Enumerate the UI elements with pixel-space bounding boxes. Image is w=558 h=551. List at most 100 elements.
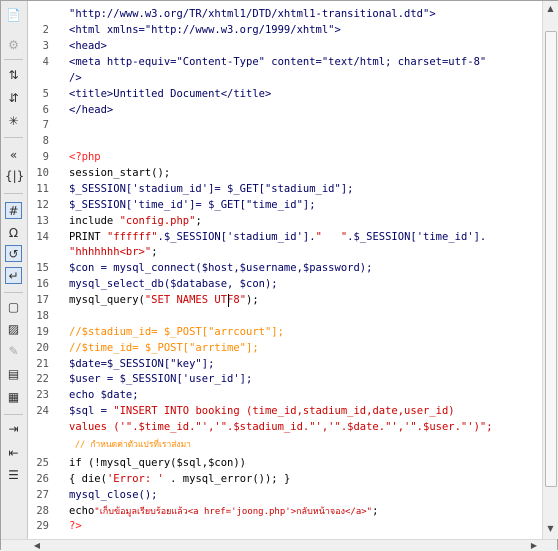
- line-numbers-icon[interactable]: #: [5, 202, 22, 219]
- code-line-wrapped: "hhhhhhh<br>";: [69, 245, 158, 261]
- code-string: UTF8": [214, 294, 247, 306]
- code-string: "INSERT INTO booking (time_id,stadium_id…: [113, 405, 455, 417]
- code-line: { die('Error: ' . mysql_error()); }: [69, 472, 290, 488]
- line-number: 28: [36, 505, 49, 517]
- code-line: $_SESSION['stadium_id']= $_GET["stadium_…: [69, 183, 354, 195]
- line-number: 8: [42, 135, 49, 147]
- line-number: 26: [36, 473, 49, 485]
- line-number: 16: [36, 278, 49, 290]
- code-token: echo: [69, 505, 95, 517]
- line-number: 6: [42, 104, 49, 116]
- code-line-wrapped: values ('".$time_id."','".$stadium_id."'…: [69, 421, 493, 433]
- code-line: <?php: [69, 151, 101, 163]
- line-number: 10: [36, 167, 49, 179]
- code-token: { die(: [69, 473, 107, 485]
- code-line: />: [69, 72, 82, 84]
- code-line: <head>: [69, 40, 107, 52]
- code-line: if (!mysql_query($sql,$con)): [69, 457, 247, 469]
- open-documents-icon[interactable]: 📄: [5, 7, 22, 24]
- line-number: 25: [36, 457, 49, 469]
- line-number: 18: [36, 310, 49, 322]
- line-number: 29: [36, 520, 49, 532]
- code-editor[interactable]: 📄 ⚙ ⇅ ⇵ ✳ « {|} # Ω ↺ ↵ ▢ ▨ ✎ ▤ ▦ ⇥ ⇤ ☰ …: [0, 0, 558, 551]
- code-token: mysql_query(: [69, 294, 145, 306]
- code-comment: //$time_id= $_POST["arrtime"];: [69, 342, 259, 354]
- code-line: echo $date;: [69, 389, 139, 401]
- line-number: 27: [36, 489, 49, 501]
- line-number: 24: [36, 405, 49, 417]
- expand-all-icon[interactable]: ✳: [5, 113, 22, 130]
- format-source-code-icon[interactable]: ☰: [5, 467, 22, 484]
- line-number: 3: [42, 40, 49, 52]
- code-token: .$_SESSION['time_id'].: [347, 231, 487, 243]
- code-string: 'Error: ': [106, 473, 164, 485]
- select-parent-tag-icon[interactable]: «: [5, 147, 22, 164]
- code-string: "SET NAMES: [144, 294, 215, 306]
- toolbar-divider: [4, 137, 23, 138]
- outdent-code-icon[interactable]: ⇤: [5, 445, 22, 462]
- collapse-full-tag-icon[interactable]: ⇅: [5, 67, 22, 84]
- scrollbar-thumb[interactable]: [545, 31, 557, 487]
- line-number: 23: [36, 389, 49, 401]
- code-line: <title>Untitled Document</title>: [69, 88, 272, 100]
- vertical-scrollbar[interactable]: ▲ ▼: [542, 1, 558, 539]
- line-number: 22: [36, 373, 49, 385]
- code-line: mysql_select_db($database, $con);: [69, 278, 278, 290]
- code-line: session_start();: [69, 167, 171, 179]
- code-line: $_SESSION['time_id']= $_GET["time_id"];: [69, 199, 316, 211]
- line-number: 12: [36, 199, 49, 211]
- code-token: PRINT: [69, 231, 107, 243]
- code-string: "เก็บข้อมูลเรียบร้อยแล้ว<a href='joong.p…: [94, 507, 373, 517]
- text-cursor: [228, 294, 229, 307]
- word-wrap-icon[interactable]: ↵: [5, 267, 22, 284]
- code-comment: //$stadium_id= $_POST["arrcourt"];: [69, 326, 284, 338]
- code-token: ;: [151, 246, 158, 258]
- toolbar-divider: [4, 59, 23, 60]
- code-string: "ffffff": [106, 231, 158, 243]
- line-number: 9: [42, 151, 49, 163]
- gear-icon[interactable]: ⚙: [5, 37, 22, 54]
- scroll-right-arrow-icon[interactable]: ▶: [528, 540, 540, 551]
- scroll-up-arrow-icon[interactable]: ▲: [545, 3, 556, 15]
- collapse-selection-icon[interactable]: ⇵: [5, 90, 22, 107]
- toolbar-divider: [4, 193, 23, 194]
- balance-braces-icon[interactable]: {|}: [5, 168, 24, 185]
- indent-code-icon[interactable]: ⇥: [5, 421, 22, 438]
- code-line: mysql_query("SET NAMES UTF8");: [69, 293, 259, 309]
- scroll-down-arrow-icon[interactable]: ▼: [545, 523, 556, 535]
- toolbar-divider: [4, 292, 23, 293]
- code-line: echo"เก็บข้อมูลเรียบร้อยแล้ว<a href='joo…: [69, 504, 378, 521]
- line-number: 7: [42, 119, 49, 131]
- line-number: 14: [36, 231, 49, 243]
- code-token: include: [69, 215, 120, 227]
- remove-comment-icon[interactable]: ▨: [5, 321, 22, 338]
- syntax-coloring-icon[interactable]: ↺: [5, 245, 22, 262]
- line-number: 2: [42, 24, 49, 36]
- horizontal-scrollbar[interactable]: ◀ ▶: [1, 539, 557, 551]
- line-number: 20: [36, 342, 49, 354]
- move-css-icon[interactable]: ▦: [5, 389, 22, 406]
- code-comment: // กำหนดค่าตัวแปรที่เราส่งมา: [75, 440, 191, 450]
- highlight-invalid-code-icon[interactable]: Ω: [5, 225, 22, 242]
- line-number: 21: [36, 358, 49, 370]
- code-line: $sql = "INSERT INTO booking (time_id,sta…: [69, 404, 455, 420]
- toolbar-divider: [4, 414, 23, 415]
- wrap-tag-icon[interactable]: ✎: [5, 343, 22, 360]
- line-number: 17: [36, 294, 49, 306]
- code-token: ;: [195, 215, 202, 227]
- scroll-left-arrow-icon[interactable]: ◀: [31, 540, 43, 551]
- apply-comment-icon[interactable]: ▢: [5, 299, 22, 316]
- line-number: 4: [42, 56, 49, 68]
- code-token: . mysql_error()); }: [163, 473, 291, 485]
- line-number: 13: [36, 215, 49, 227]
- code-token: );: [246, 294, 259, 306]
- line-number: 15: [36, 262, 49, 274]
- code-line: include "config.php";: [69, 214, 202, 230]
- line-number: 5: [42, 88, 49, 100]
- recent-snippets-icon[interactable]: ▤: [5, 366, 22, 383]
- code-string: " ": [315, 231, 348, 243]
- code-view[interactable]: "http://www.w3.org/TR/xhtml1/DTD/xhtml1-…: [69, 1, 541, 539]
- line-number-gutter: 2 3 4 5 6 7 8 9 10 11 12 13 14 15 16 17 …: [28, 1, 66, 539]
- code-line: <meta http-equiv="Content-Type" content=…: [69, 56, 487, 68]
- code-line: "http://www.w3.org/TR/xhtml1/DTD/xhtml1-…: [69, 8, 436, 20]
